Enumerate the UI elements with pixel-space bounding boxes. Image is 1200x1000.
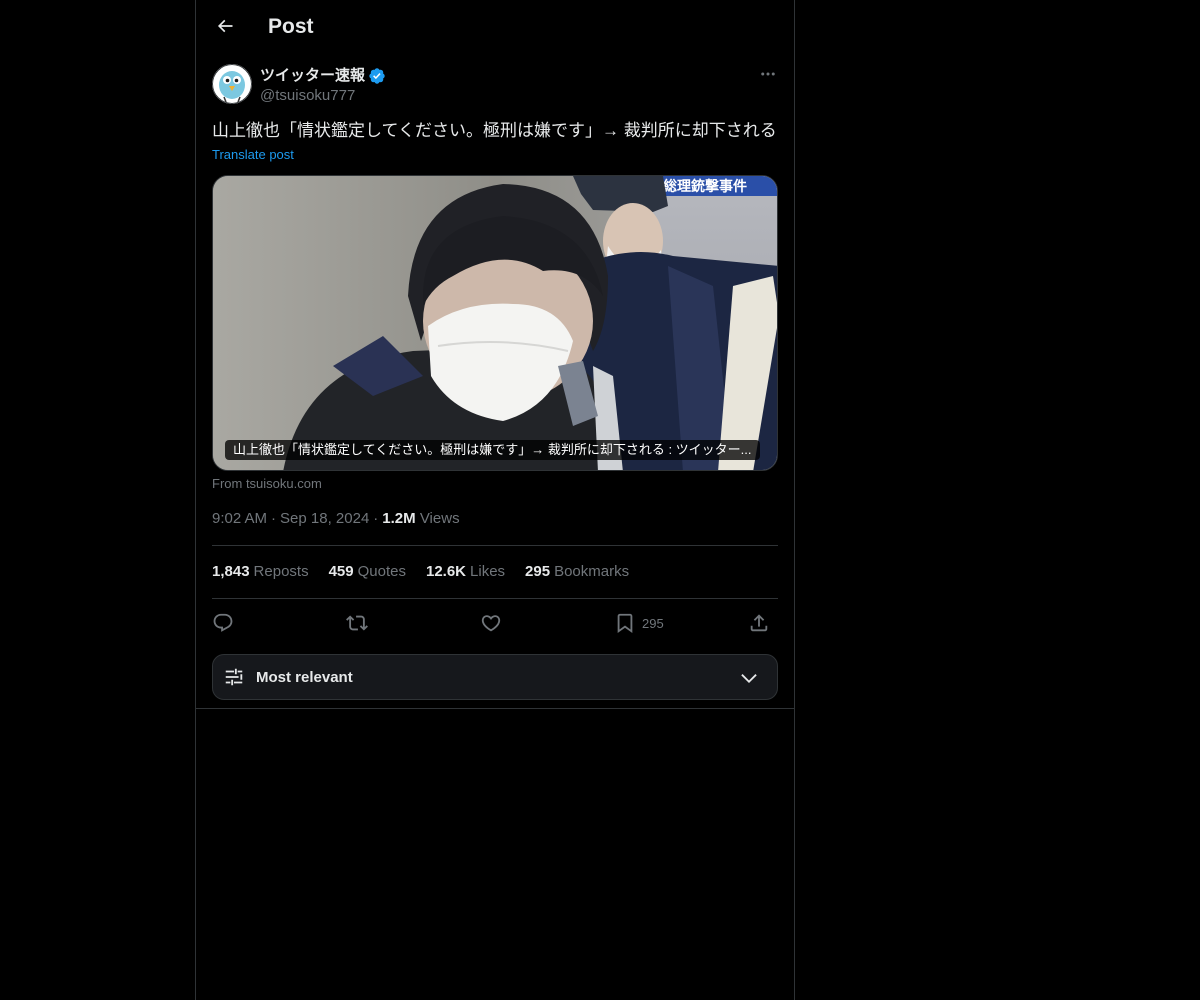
reply-icon xyxy=(213,613,233,632)
quotes-label: Quotes xyxy=(357,563,406,580)
like-button[interactable] xyxy=(480,611,502,635)
post-date[interactable]: Sep 18, 2024 xyxy=(280,510,369,527)
author-name-text: ツイッター速報 xyxy=(260,67,366,84)
arrow-left-icon xyxy=(217,19,233,33)
bookmark-icon xyxy=(617,613,633,634)
section-divider xyxy=(196,708,794,709)
quotes-stat[interactable]: 459 Quotes xyxy=(329,562,406,582)
post-text: 山上徹也「情状鑑定してください。極刑は嫌です」→ 裁判所に却下される xyxy=(212,121,777,140)
repost-button[interactable] xyxy=(346,611,368,635)
page-title: Post xyxy=(268,15,314,38)
more-options-button[interactable] xyxy=(758,64,778,84)
translate-post-link[interactable]: Translate post xyxy=(212,146,294,164)
repost-icon xyxy=(346,615,368,631)
bird-avatar-icon xyxy=(212,64,252,104)
chevron-down-icon xyxy=(741,674,757,684)
quotes-count: 459 xyxy=(328,563,354,580)
author-display-name[interactable]: ツイッター速報 xyxy=(260,66,386,86)
author-row: ツイッター速報 @tsuisoku777 xyxy=(212,64,778,108)
likes-stat[interactable]: 12.6K Likes xyxy=(426,562,505,582)
post-column: Post ツイッター速報 @tsuisoku777 山上徹也「情状鑑定してくださ… xyxy=(195,0,795,1000)
card-caption: 山上徹也「情状鑑定してください。極刑は嫌です」→ 裁判所に却下される : ツイッ… xyxy=(225,440,760,460)
post-meta: 9:02 AM · Sep 18, 2024 · 1.2M Views xyxy=(212,509,460,529)
engagement-stats: 1,843 Reposts 459 Quotes 12.6K Likes 295 Boo… xyxy=(212,562,629,582)
reply-button[interactable] xyxy=(212,611,234,635)
top-bar: Post xyxy=(196,0,794,53)
reposts-count: 1,843 xyxy=(212,563,250,580)
action-bar: 295 xyxy=(212,608,778,638)
author-handle[interactable]: @tsuisoku777 xyxy=(260,86,355,106)
reposts-stat[interactable]: 1,843 Reposts xyxy=(212,562,309,582)
bookmarks-label: Bookmarks xyxy=(554,563,630,580)
bookmark-count: 295 xyxy=(642,615,664,631)
link-card[interactable]: 安倍元総理銃撃事件 山上徹也「情状鑑定してください。極刑は嫌です」→ 裁判所に却… xyxy=(212,175,778,471)
bookmark-button[interactable]: 295 xyxy=(614,611,664,635)
divider-top xyxy=(212,545,778,546)
back-button[interactable] xyxy=(208,9,242,43)
post-time[interactable]: 9:02 AM xyxy=(212,510,267,527)
card-image: 安倍元総理銃撃事件 xyxy=(213,176,777,470)
meta-separator: · xyxy=(373,510,379,527)
card-source-link[interactable]: From tsuisoku.com xyxy=(212,475,322,493)
heart-icon xyxy=(481,615,501,632)
bookmarks-stat[interactable]: 295 Bookmarks xyxy=(525,562,629,582)
views-label: Views xyxy=(419,510,460,527)
avatar[interactable] xyxy=(212,64,252,104)
share-icon xyxy=(750,614,768,632)
likes-label: Likes xyxy=(470,563,506,580)
likes-count: 12.6K xyxy=(425,563,467,580)
reposts-label: Reposts xyxy=(253,563,309,580)
bookmarks-count: 295 xyxy=(525,563,551,580)
sliders-icon xyxy=(225,668,243,686)
meta-separator: · xyxy=(271,510,277,527)
verified-badge-icon xyxy=(369,68,385,84)
views-count: 1.2M xyxy=(382,510,416,527)
share-button[interactable] xyxy=(748,611,770,635)
divider-bottom xyxy=(212,598,778,599)
sort-label: Most relevant xyxy=(256,669,353,686)
more-horizontal-icon xyxy=(761,72,775,76)
sort-replies-dropdown[interactable]: Most relevant xyxy=(212,654,778,700)
